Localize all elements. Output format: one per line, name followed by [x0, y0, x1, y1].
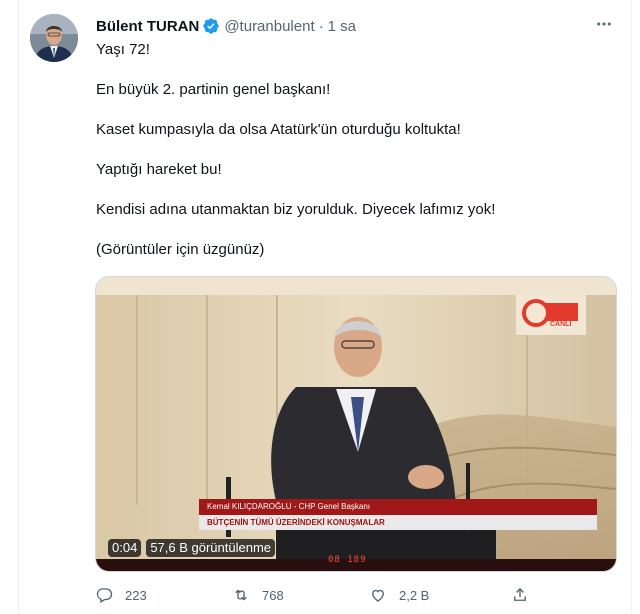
- like-count: 2,2 B: [399, 587, 430, 603]
- lower-third-caption: BÜTÇENİN TÜMÜ ÜZERİNDEKİ KONUŞMALAR: [199, 515, 597, 530]
- video-lower-third: Kemal KILIÇDAROĞLU - CHP Genel Başkanı B…: [199, 499, 597, 530]
- retweet-button[interactable]: 768: [232, 586, 284, 604]
- tweet-line: Yaptığı hareket bu!: [96, 161, 222, 178]
- heart-icon: [372, 589, 384, 602]
- author-name[interactable]: Bülent TURAN: [96, 18, 199, 35]
- reply-button[interactable]: 223: [95, 586, 147, 604]
- reply-icon: [96, 588, 113, 603]
- tweet-line: (Görüntüler için üzgünüz): [96, 241, 265, 258]
- share-button[interactable]: [511, 586, 529, 604]
- tweet-line: Kaset kumpasıyla da olsa Atatürk'ün otur…: [96, 121, 461, 138]
- tweet-header: Bülent TURAN @turanbulent · 1 sa: [96, 15, 356, 37]
- like-button[interactable]: 2,2 B: [369, 586, 429, 604]
- tweet-text: Yaşı 72! En büyük 2. partinin genel başk…: [96, 40, 616, 260]
- tweet-line: Yaşı 72!: [96, 41, 150, 58]
- tweet-actions: 223 768 2,2 B: [95, 583, 535, 607]
- avatar[interactable]: [30, 14, 78, 62]
- tweet-line: Kendisi adına utanmaktan biz yorulduk. D…: [96, 201, 496, 218]
- reply-count: 223: [125, 587, 147, 603]
- video-ticker: 08 189: [328, 555, 367, 565]
- tweet-line: En büyük 2. partinin genel başkanı!: [96, 81, 331, 98]
- share-icon: [514, 588, 526, 601]
- more-horizontal-icon: [597, 22, 611, 26]
- more-options-button[interactable]: [592, 14, 616, 34]
- separator-dot: ·: [318, 17, 324, 35]
- video-meta: 0:04 57,6 B görüntülenme: [108, 539, 276, 557]
- video-views: 57,6 B görüntülenme: [146, 539, 276, 557]
- video-duration: 0:04: [108, 539, 142, 557]
- author-handle[interactable]: @turanbulent: [224, 18, 314, 35]
- tweet-timestamp[interactable]: 1 sa: [328, 18, 356, 35]
- retweet-icon: [235, 589, 247, 601]
- video-player[interactable]: Kemal KILIÇDAROĞLU - CHP Genel Başkanı B…: [95, 276, 617, 572]
- verified-badge-icon: [203, 18, 220, 34]
- avatar-image: [30, 14, 78, 62]
- channel-logo-label: CANLI: [550, 321, 572, 328]
- retweet-count: 768: [262, 587, 284, 603]
- lower-third-name: Kemal KILIÇDAROĞLU - CHP Genel Başkanı: [199, 499, 597, 515]
